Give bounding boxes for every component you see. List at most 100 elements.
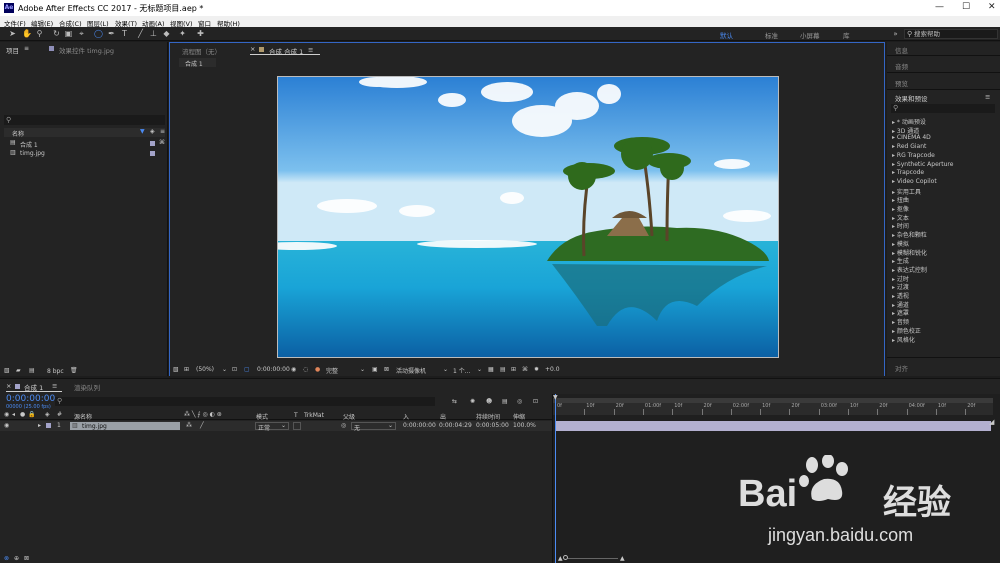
- workspace-library[interactable]: 库: [843, 30, 850, 40]
- workspace-default[interactable]: 默认: [720, 30, 733, 40]
- close-tab-icon[interactable]: ×: [250, 45, 255, 53]
- info-panel-header[interactable]: 信息: [887, 42, 1000, 56]
- new-folder-icon[interactable]: ▰: [16, 367, 21, 374]
- ellipse-tool-icon[interactable]: ◯: [94, 29, 103, 38]
- effects-category-item[interactable]: ▸ 过时: [892, 274, 909, 283]
- sort-icon[interactable]: ▼: [140, 128, 145, 135]
- frame-blending-icon[interactable]: ▤: [502, 398, 508, 405]
- roto-brush-tool-icon[interactable]: ✦: [178, 29, 187, 38]
- resolution-select[interactable]: 完整: [326, 366, 338, 375]
- tab-flowchart[interactable]: 流程图（无）: [182, 46, 221, 56]
- in-out-toggle-icon[interactable]: ⊠: [24, 555, 29, 562]
- label-icon[interactable]: ◈: [150, 128, 155, 135]
- trkmat-header[interactable]: TrkMat: [304, 412, 324, 419]
- effects-category-item[interactable]: ▸ 模拟: [892, 239, 909, 248]
- fast-preview-icon[interactable]: ▤: [500, 366, 506, 373]
- effects-category-item[interactable]: ▸ 透视: [892, 291, 909, 300]
- preserve-transparency-checkbox[interactable]: [293, 422, 301, 430]
- source-name-header[interactable]: 源名称: [74, 412, 92, 421]
- effects-category-item[interactable]: ▸ 生成: [892, 256, 909, 265]
- effects-category-item[interactable]: ▸ Trapcode: [892, 169, 924, 176]
- exposure-value[interactable]: +0.0: [545, 366, 560, 373]
- timeline-timecode[interactable]: 0:00:00:00: [6, 394, 55, 404]
- search-help-input[interactable]: ⚲ 搜索帮助: [904, 29, 998, 39]
- quality-switch-icon[interactable]: ╱: [200, 422, 204, 429]
- snapshot-icon[interactable]: ◉: [291, 366, 296, 373]
- parent-header[interactable]: 父级: [343, 412, 355, 421]
- overflow-icon[interactable]: »: [891, 30, 900, 39]
- magnification-icon[interactable]: ⊞: [184, 366, 189, 373]
- effects-category-item[interactable]: ▸ 风格化: [892, 335, 915, 344]
- zoom-slider[interactable]: [568, 558, 618, 559]
- zoom-tool-icon[interactable]: ⚲: [35, 29, 44, 38]
- lock-icon[interactable]: [259, 47, 264, 52]
- effects-category-item[interactable]: ▸ 模糊和锐化: [892, 248, 927, 257]
- layer-visibility-icon[interactable]: ◉: [4, 422, 9, 429]
- panel-menu-icon[interactable]: ≡: [24, 45, 29, 52]
- align-panel-header[interactable]: 对齐: [887, 357, 1000, 376]
- effects-category-item[interactable]: ▸ 实用工具: [892, 187, 921, 196]
- layer-duration[interactable]: 0:00:05:00: [476, 422, 509, 429]
- pen-tool-icon[interactable]: ✒: [107, 29, 116, 38]
- effects-category-item[interactable]: ▸ 抠像: [892, 204, 909, 213]
- parent-select[interactable]: 无 ⌄: [351, 422, 396, 432]
- layer-in-point[interactable]: 0:00:00:00: [403, 422, 436, 429]
- effects-category-item[interactable]: ▸ Synthetic Aperture: [892, 161, 953, 168]
- dropdown-arrow-icon[interactable]: ⌄: [443, 366, 448, 373]
- cti-handle-icon[interactable]: ▼: [553, 394, 558, 401]
- motion-blur-icon[interactable]: ◎: [517, 398, 522, 405]
- current-time[interactable]: 0:00:00:00: [257, 366, 290, 373]
- zoom-slider-handle[interactable]: [563, 555, 568, 560]
- type-tool-icon[interactable]: T: [120, 29, 129, 38]
- time-ruler[interactable]: 0f 10f 20f 01:00f 10f 20f 02:00f 10f 20f 03:00f 10…: [553, 403, 993, 415]
- draft-3d-icon[interactable]: ✺: [470, 398, 475, 405]
- effects-category-item[interactable]: ▸ 遮罩: [892, 308, 909, 317]
- effects-category-item[interactable]: ▸ 过渡: [892, 282, 909, 291]
- maximize-button[interactable]: ☐: [962, 2, 970, 12]
- magnification-select[interactable]: (50%): [196, 366, 214, 373]
- label-icon[interactable]: ◈: [45, 411, 50, 418]
- effects-category-item[interactable]: ▸ 文本: [892, 213, 909, 222]
- effects-category-item[interactable]: ▸ Red Giant: [892, 143, 926, 150]
- layer-out-marker-icon[interactable]: ◢: [989, 418, 994, 426]
- delete-icon[interactable]: 🗑: [70, 367, 78, 374]
- current-time-indicator[interactable]: [555, 394, 556, 563]
- effects-category-item[interactable]: ▸ 音频: [892, 317, 909, 326]
- pick-whip-icon[interactable]: ◎: [341, 422, 346, 429]
- eye-icon[interactable]: ◉: [4, 411, 9, 418]
- effects-category-item[interactable]: ▸ 颜色校正: [892, 326, 921, 335]
- breadcrumb[interactable]: 合成 1: [179, 58, 216, 68]
- exposure-icon[interactable]: ✹: [534, 366, 539, 373]
- channel-icon[interactable]: ●: [315, 366, 320, 373]
- new-composition-icon[interactable]: ▤: [29, 367, 35, 374]
- panel-menu-icon[interactable]: ≡: [985, 93, 990, 101]
- solo-icon[interactable]: ●: [20, 411, 25, 418]
- puppet-pin-tool-icon[interactable]: ✚: [196, 29, 205, 38]
- effects-category-item[interactable]: ▸ Video Copilot: [892, 178, 937, 185]
- stretch-header[interactable]: 伸缩: [513, 412, 525, 421]
- audio-icon[interactable]: ◂: [12, 411, 15, 418]
- dropdown-arrow-icon[interactable]: ⌄: [360, 366, 365, 373]
- layer-stretch[interactable]: 100.0%: [513, 422, 536, 429]
- effects-category-item[interactable]: ▸ 表达式控制: [892, 265, 927, 274]
- camera-select[interactable]: 活动摄像机: [396, 366, 426, 375]
- preserve-transparency-header[interactable]: T: [294, 412, 298, 419]
- switches-icon[interactable]: ⁂ ╲ ⨍ ◎ ◐ ⊛: [184, 411, 222, 418]
- composition-image[interactable]: [277, 76, 779, 358]
- layer-label-swatch[interactable]: [46, 423, 51, 428]
- timeline-icon[interactable]: ⊞: [511, 366, 516, 373]
- tab-project[interactable]: 项目: [6, 45, 19, 55]
- tab-render-queue[interactable]: 渲染队列: [74, 382, 100, 392]
- layer-name-field[interactable]: ▥ timg.jpg: [70, 422, 180, 430]
- effects-category-item[interactable]: ▸ 通道: [892, 300, 909, 309]
- workspace-small-screen[interactable]: 小屏幕: [800, 30, 820, 40]
- selection-tool-icon[interactable]: ➤: [8, 29, 17, 38]
- layer-switch-icon[interactable]: ⁂: [186, 422, 192, 429]
- audio-panel-header[interactable]: 音频: [887, 57, 1000, 73]
- panel-menu-icon[interactable]: ≡: [308, 46, 313, 54]
- region-of-interest-icon[interactable]: ▣: [372, 366, 378, 373]
- workspace-standard[interactable]: 标准: [765, 30, 778, 40]
- effects-category-item[interactable]: ▸ 扭曲: [892, 195, 909, 204]
- mode-header[interactable]: 模式: [256, 412, 268, 421]
- camera-tool-icon[interactable]: ▣: [64, 29, 73, 38]
